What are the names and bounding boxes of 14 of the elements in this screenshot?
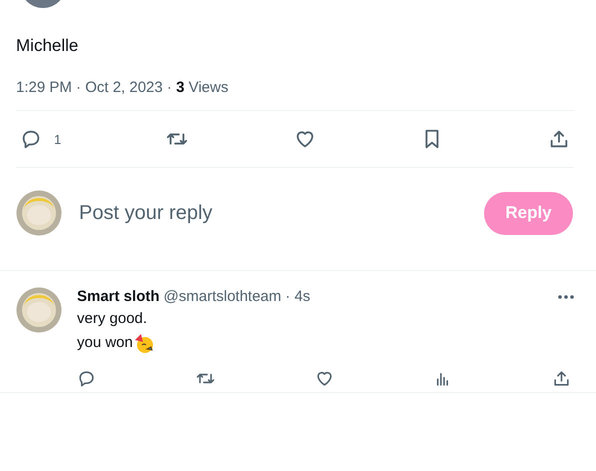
share-icon[interactable]	[552, 369, 571, 388]
author-handle[interactable]: @smartslothteam	[164, 287, 282, 307]
party-face-icon	[132, 332, 155, 354]
more-icon[interactable]	[558, 295, 574, 299]
post-timestamp: 1:29 PM · Oct 2, 2023 · 3 Views	[16, 78, 230, 98]
heart-icon[interactable]	[314, 369, 334, 388]
reply-icon[interactable]	[77, 369, 96, 388]
reply-text: you won	[77, 333, 133, 353]
reply-text: very good.	[77, 309, 148, 329]
post-text: Michelle	[16, 35, 80, 57]
author-name[interactable]: Smart sloth	[77, 287, 160, 307]
post-time: · 4s	[285, 287, 310, 307]
reply-icon[interactable]	[20, 128, 42, 150]
reply-count: 1	[54, 132, 62, 146]
